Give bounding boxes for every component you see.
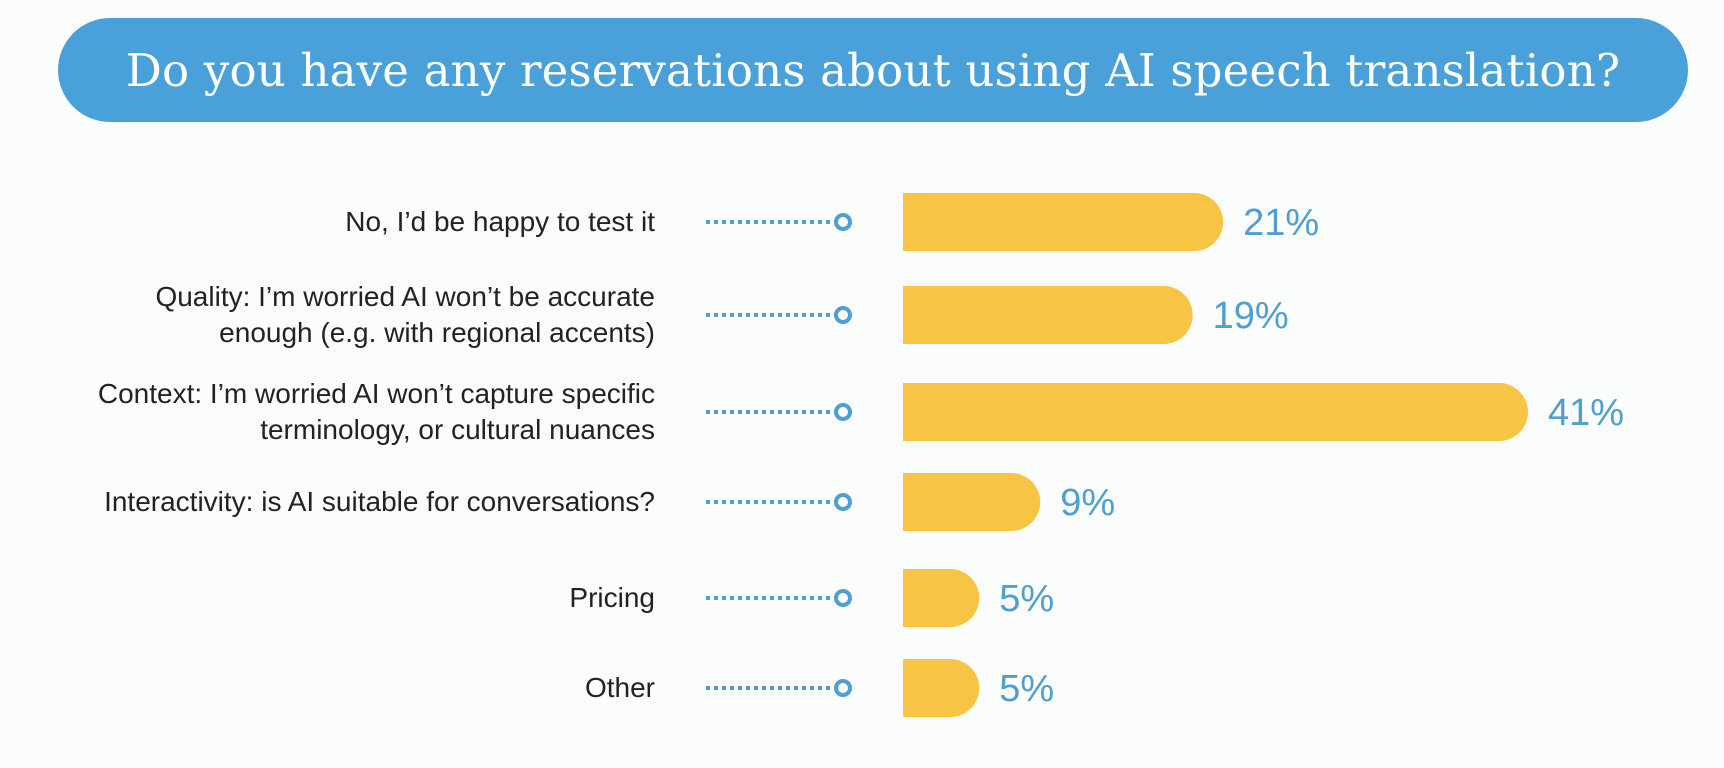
bar — [903, 569, 980, 627]
bar — [903, 193, 1224, 251]
category-label: Context: I’m worried AI won’t capture sp… — [98, 378, 655, 409]
value-label: 41% — [1548, 392, 1624, 434]
bar — [903, 383, 1528, 441]
category-label: terminology, or cultural nuances — [260, 414, 655, 445]
value-label: 5% — [999, 668, 1054, 710]
category-label: No, I’d be happy to test it — [345, 206, 655, 237]
connector-dot-icon — [834, 589, 852, 607]
bar — [903, 659, 980, 717]
connector-dot-icon — [834, 213, 852, 231]
bar — [903, 473, 1041, 531]
category-label: Pricing — [569, 582, 655, 613]
bar-chart: No, I’d be happy to test it 21% Quality: I… — [98, 193, 1624, 717]
bar — [903, 286, 1193, 344]
connector-dot-icon — [834, 679, 852, 697]
value-label: 21% — [1243, 202, 1319, 244]
connector-dot-icon — [834, 403, 852, 421]
connector-dot-icon — [834, 493, 852, 511]
category-label: Quality: I’m worried AI won’t be accurat… — [155, 281, 655, 312]
value-label: 9% — [1060, 482, 1115, 524]
category-label: enough (e.g. with regional accents) — [219, 317, 655, 348]
category-label: Other — [585, 672, 655, 703]
value-label: 19% — [1213, 295, 1289, 337]
category-label: Interactivity: is AI suitable for conver… — [104, 486, 655, 517]
value-label: 5% — [999, 578, 1054, 620]
connector-dot-icon — [834, 306, 852, 324]
